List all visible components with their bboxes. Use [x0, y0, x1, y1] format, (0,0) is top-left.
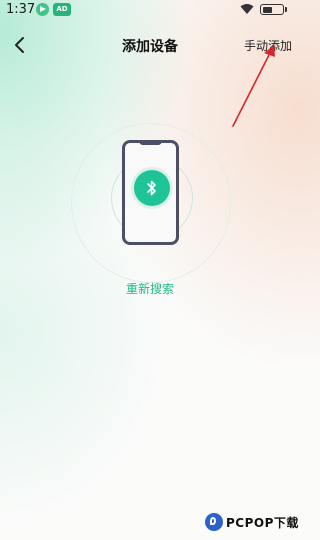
phone-notch [139, 140, 162, 145]
bluetooth-icon [147, 180, 156, 196]
annotation-arrow [232, 45, 275, 127]
watermark-text: PCPOP下载 [226, 516, 299, 530]
bluetooth-scan-button[interactable] [134, 170, 170, 206]
pcpop-logo-icon [205, 513, 223, 531]
rescan-button[interactable]: 重新搜索 [0, 280, 300, 297]
